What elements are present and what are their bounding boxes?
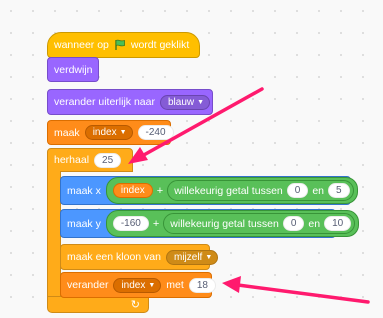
arrow-to-change-value-icon (222, 276, 370, 304)
arrow-to-repeat-count-icon (128, 87, 264, 164)
annotation-arrows (128, 87, 370, 304)
